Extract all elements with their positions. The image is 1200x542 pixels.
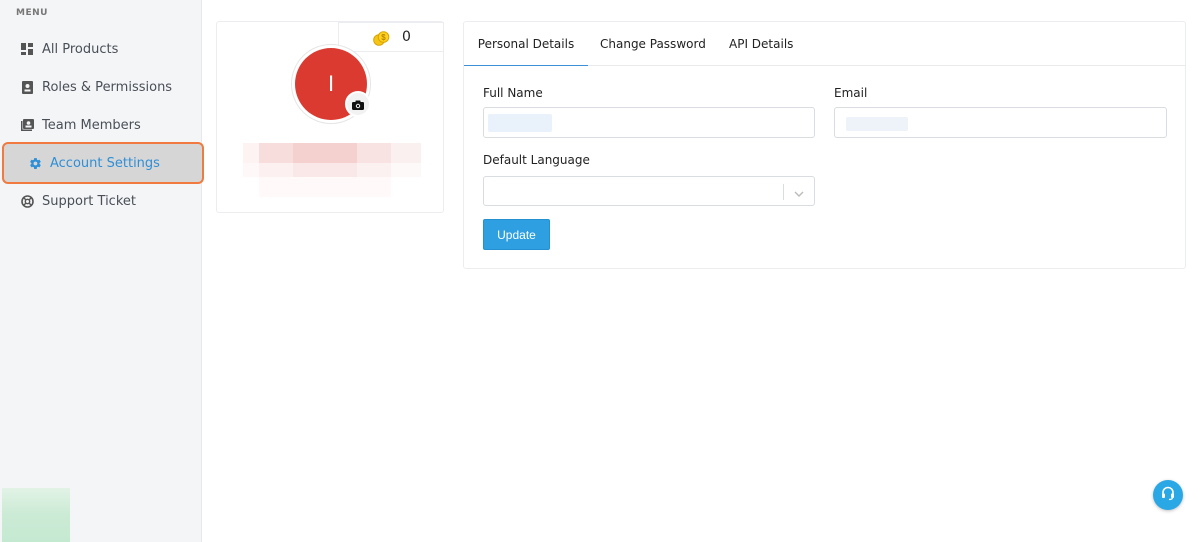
- coins-icon: $: [373, 30, 390, 51]
- credit-count: 0: [402, 29, 411, 45]
- sidebar-item-account-settings[interactable]: Account Settings: [2, 142, 204, 184]
- update-button[interactable]: Update: [483, 219, 550, 250]
- default-language-label: Default Language: [483, 153, 590, 167]
- sidebar-item-support-ticket[interactable]: Support Ticket: [0, 182, 202, 220]
- sidebar-item-label: Support Ticket: [42, 193, 136, 209]
- headset-icon: [1160, 485, 1176, 505]
- profile-card: $ 0 I: [216, 21, 444, 213]
- redacted-full-name: [488, 114, 552, 132]
- lifebuoy-icon: [20, 194, 34, 208]
- id-badge-icon: [20, 80, 34, 94]
- default-language-select[interactable]: [483, 176, 815, 206]
- sidebar-item-roles-permissions[interactable]: Roles & Permissions: [0, 68, 202, 106]
- redacted-email: [846, 117, 908, 131]
- grid-icon: [20, 42, 34, 56]
- select-separator: [783, 184, 784, 200]
- sidebar-item-team-members[interactable]: Team Members: [0, 106, 202, 144]
- tab-api-details[interactable]: API Details: [729, 22, 793, 66]
- contacts-icon: [20, 118, 34, 132]
- gear-icon: [28, 156, 42, 170]
- sidebar-item-all-products[interactable]: All Products: [0, 30, 202, 68]
- sidebar-item-label: All Products: [42, 41, 119, 57]
- credit-balance: $ 0: [338, 22, 444, 52]
- menu-label: MENU: [16, 8, 48, 18]
- settings-tabs: Personal Details Change Password API Det…: [464, 22, 1185, 66]
- svg-text:$: $: [381, 33, 386, 42]
- tab-change-password[interactable]: Change Password: [600, 22, 706, 66]
- full-name-label: Full Name: [483, 86, 543, 100]
- tab-personal-details[interactable]: Personal Details: [464, 22, 588, 66]
- account-settings-card: Personal Details Change Password API Det…: [463, 21, 1186, 269]
- redacted-widget: [2, 488, 70, 542]
- sidebar-item-label: Roles & Permissions: [42, 79, 173, 95]
- sidebar-item-label: Account Settings: [50, 155, 160, 171]
- camera-icon: [352, 95, 364, 114]
- email-label: Email: [834, 86, 868, 100]
- sidebar-item-label: Team Members: [42, 117, 141, 133]
- change-photo-button[interactable]: [345, 91, 371, 117]
- redacted-profile-name: [243, 143, 421, 197]
- sidebar: MENU All Products Roles & Permissions Te…: [0, 0, 204, 542]
- chevron-down-icon[interactable]: [793, 185, 805, 204]
- support-chat-button[interactable]: [1153, 480, 1183, 510]
